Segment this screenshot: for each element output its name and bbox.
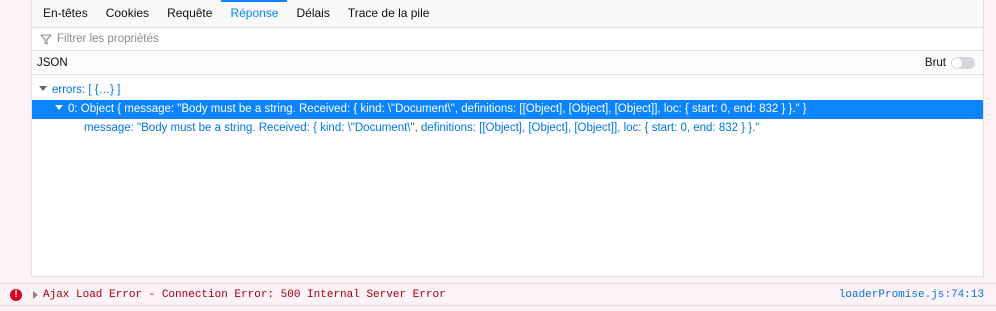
expand-arrow-icon[interactable] [39, 86, 47, 92]
json-header: JSON Brut [32, 51, 983, 75]
tree-row-error-0[interactable]: 0: Object { message: "Body must be a str… [32, 100, 983, 119]
raw-toggle-wrap: Brut [924, 56, 975, 69]
raw-toggle-switch[interactable] [951, 56, 975, 69]
tree-row-text: 0: Object { message: "Body must be a str… [68, 103, 807, 115]
raw-label: Brut [924, 56, 946, 69]
console-error-message: Ajax Load Error - Connection Error: 500 … [43, 288, 446, 301]
source-location-link[interactable]: loaderPromise.js:74:13 [839, 289, 984, 301]
tree-row-text: errors: [ {…} ] [52, 84, 121, 96]
json-tree: errors: [ {…} ] 0: Object { message: "Bo… [32, 75, 983, 138]
tab-headers[interactable]: En-têtes [34, 0, 97, 27]
tree-row-errors[interactable]: errors: [ {…} ] [32, 81, 983, 100]
console-error-row[interactable]: ! Ajax Load Error - Connection Error: 50… [0, 283, 996, 306]
tab-request[interactable]: Requête [158, 0, 221, 27]
json-section-label: JSON [37, 56, 68, 69]
tab-stack-trace[interactable]: Trace de la pile [339, 0, 439, 27]
tab-response[interactable]: Réponse [221, 0, 288, 27]
filter-properties-input[interactable] [57, 33, 457, 45]
error-icon: ! [10, 288, 22, 301]
expand-arrow-icon[interactable] [55, 105, 63, 111]
tree-row-message[interactable]: message: "Body must be a string. Receive… [32, 119, 983, 138]
tab-cookies[interactable]: Cookies [97, 0, 158, 27]
tree-row-text: message: "Body must be a string. Receive… [84, 122, 760, 134]
response-panel: En-têtes Cookies Requête Réponse Délais … [31, 0, 984, 277]
filter-bar [32, 28, 983, 51]
filter-icon [39, 32, 53, 46]
tab-timings[interactable]: Délais [287, 0, 338, 27]
tab-bar: En-têtes Cookies Requête Réponse Délais … [32, 0, 983, 28]
expand-arrow-icon[interactable] [33, 290, 38, 299]
